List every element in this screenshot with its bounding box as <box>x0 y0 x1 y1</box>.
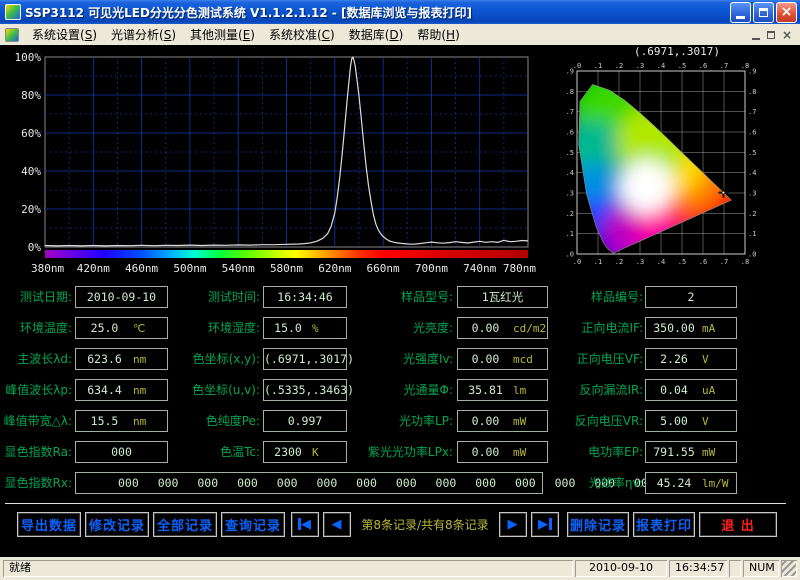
field-value-reverse-leakage: 0.04 <box>660 383 688 397</box>
status-ready: 就绪 <box>3 560 573 577</box>
separator-line <box>5 503 786 504</box>
menu-item-4[interactable]: 数据库(D) <box>342 26 411 44</box>
field-box-sample-number: 2 <box>645 286 737 308</box>
button-bar: 导出数据 修改记录 全部记录 查询记录 ◀ ◀ 第8条记录/共有8条记录 ▶ ▶ 删除记录 报表打印… <box>0 509 800 539</box>
last-record-bar-icon <box>549 518 552 530</box>
field-value-forward-current: 350.00 <box>653 321 695 335</box>
field-label-sample-model: 样品型号: <box>400 290 453 304</box>
export-data-button[interactable]: 导出数据 <box>17 511 81 537</box>
close-button[interactable]: × <box>776 1 797 23</box>
field-value-luminous-efficacy: 45.24 <box>656 476 692 490</box>
field-box-reverse-voltage: 5.00 V <box>645 410 737 432</box>
field-box-forward-current: 350.00 mA <box>645 317 737 339</box>
status-bar: 就绪 2010-09-10 16:34:57 NUM <box>0 557 800 580</box>
minimize-icon <box>736 15 745 19</box>
status-empty-cell <box>729 560 741 577</box>
window-title: SSP3112 可见光LED分光分色测试系统 V1.1.2.1.12 - [数据… <box>25 5 473 20</box>
field-unit-luminous-efficacy: lm/W <box>702 476 729 490</box>
field-label-dominant-wavelength: 主波长λd: <box>17 352 72 366</box>
mdi-close-button[interactable]: × <box>782 29 792 41</box>
field-unit-forward-voltage: V <box>702 352 709 366</box>
minimize-button[interactable] <box>730 1 751 23</box>
field-label-color-purity: 色纯度Pe: <box>205 414 260 428</box>
field-label-chromaticity-xy: 色坐标(x,y): <box>192 352 260 366</box>
field-label-cri-rx: 显色指数Rx: <box>4 476 72 490</box>
menu-item-5[interactable]: 帮助(H) <box>410 26 466 44</box>
menu-items: 系统设置(S) 光谱分析(S) 其他测量(E) 系统校准(C) 数据库(D) 帮助(H) <box>25 26 467 43</box>
next-record-button[interactable]: ▶ <box>499 511 527 537</box>
field-label-luminance: 光亮度: <box>412 321 453 335</box>
restore-button[interactable] <box>753 1 774 23</box>
field-label-reverse-leakage: 反向漏流IR: <box>579 383 643 397</box>
mdi-child-icon <box>5 27 19 42</box>
query-records-button[interactable]: 查询记录 <box>221 511 285 537</box>
field-label-cri-ra: 显色指数Ra: <box>4 445 72 459</box>
title-bar: SSP3112 可见光LED分光分色测试系统 V1.1.2.1.12 - [数据… <box>0 0 800 24</box>
menu-item-3[interactable]: 系统校准(C) <box>262 26 342 44</box>
field-value-electrical-power: 791.55 <box>653 445 695 459</box>
field-label-bandwidth: 峰值带宽△λ: <box>3 414 72 428</box>
field-label-optical-power: 光功率LP: <box>399 414 453 428</box>
measurement-fields: 测试日期: 2010-09-10 环境温度: 25.0 ℃ 主波长λd: 623.6 nm 峰值… <box>0 45 800 505</box>
field-label-luminous-efficacy: 光效率ηv: <box>588 476 643 490</box>
first-record-icon: ◀ <box>301 516 312 532</box>
window-controls: × <box>730 1 797 23</box>
next-record-icon: ▶ <box>507 516 519 532</box>
status-time: 16:34:57 <box>669 560 727 577</box>
field-unit-reverse-voltage: V <box>702 414 709 428</box>
first-record-button[interactable]: ◀ <box>291 511 319 537</box>
field-label-test-time: 测试时间: <box>207 290 260 304</box>
field-label-reverse-voltage: 反向电压VR: <box>574 414 643 428</box>
field-label-ambient-humidity: 环境湿度: <box>207 321 260 335</box>
record-counter: 第8条记录/共有8条记录 <box>361 517 489 532</box>
field-box-forward-voltage: 2.26 V <box>645 348 737 370</box>
application-window: SSP3112 可见光LED分光分色测试系统 V1.1.2.1.12 - [数据… <box>0 0 800 580</box>
previous-record-button[interactable]: ◀ <box>323 511 351 537</box>
status-date: 2010-09-10 <box>575 560 667 577</box>
field-box-cri-rx: 000 000 000 000 000 000 000 000 000 000 … <box>75 472 655 494</box>
field-box-luminous-efficacy: 45.24 lm/W <box>645 472 737 494</box>
menu-bar: 系统设置(S) 光谱分析(S) 其他测量(E) 系统校准(C) 数据库(D) 帮助(H) … <box>0 24 800 45</box>
status-num-indicator: NUM <box>743 560 779 577</box>
field-label-electrical-power: 电功率EP: <box>588 445 643 459</box>
modify-record-button[interactable]: 修改记录 <box>85 511 149 537</box>
client-area: 100% 80% 60% 40% 20% 0% 380nm 420nm 460nm 500nm 54… <box>0 45 800 557</box>
field-label-test-date: 测试日期: <box>19 290 72 304</box>
field-label-sample-number: 样品编号: <box>590 290 643 304</box>
menu-item-2[interactable]: 其他测量(E) <box>183 26 262 44</box>
field-box-reverse-leakage: 0.04 uA <box>645 379 737 401</box>
field-label-uv-optical-power: 紫光光功率LPx: <box>367 445 453 459</box>
field-unit-forward-current: mA <box>702 321 716 335</box>
field-label-luminous-flux: 光通量Φ: <box>403 383 454 397</box>
menu-item-1[interactable]: 光谱分析(S) <box>104 26 183 44</box>
field-label-color-temperature: 色温Tc: <box>220 445 260 459</box>
field-value-sample-number: 2 <box>687 290 695 304</box>
field-label-peak-wavelength: 峰值波长λp: <box>5 383 72 397</box>
field-label-forward-current: 正向电流IF: <box>581 321 643 335</box>
last-record-icon: ▶ <box>538 516 549 532</box>
restore-icon <box>759 7 768 17</box>
field-box-electrical-power: 791.55 mW <box>645 441 737 463</box>
field-label-chromaticity-uv: 色坐标(u,v): <box>192 383 260 397</box>
field-label-ambient-temp: 环境温度: <box>19 321 72 335</box>
mdi-restore-button[interactable] <box>766 30 775 39</box>
resize-grip[interactable] <box>781 560 797 577</box>
all-records-button[interactable]: 全部记录 <box>153 511 217 537</box>
exit-button[interactable]: 退 出 <box>699 511 777 537</box>
field-value-reverse-voltage: 5.00 <box>660 414 688 428</box>
field-unit-reverse-leakage: uA <box>702 383 716 397</box>
menu-item-0[interactable]: 系统设置(S) <box>25 26 104 44</box>
app-icon <box>5 4 21 20</box>
mdi-minimize-button[interactable] <box>751 37 760 40</box>
field-label-luminous-intensity: 光强度Iv: <box>402 352 453 366</box>
previous-record-icon: ◀ <box>331 516 343 532</box>
delete-record-button[interactable]: 删除记录 <box>567 511 629 537</box>
field-value-forward-voltage: 2.26 <box>660 352 688 366</box>
mdi-window-controls: × <box>751 29 798 41</box>
field-label-forward-voltage: 正向电压VF: <box>576 352 643 366</box>
last-record-button[interactable]: ▶ <box>531 511 559 537</box>
field-unit-electrical-power: mW <box>702 445 716 459</box>
print-report-button[interactable]: 报表打印 <box>633 511 695 537</box>
